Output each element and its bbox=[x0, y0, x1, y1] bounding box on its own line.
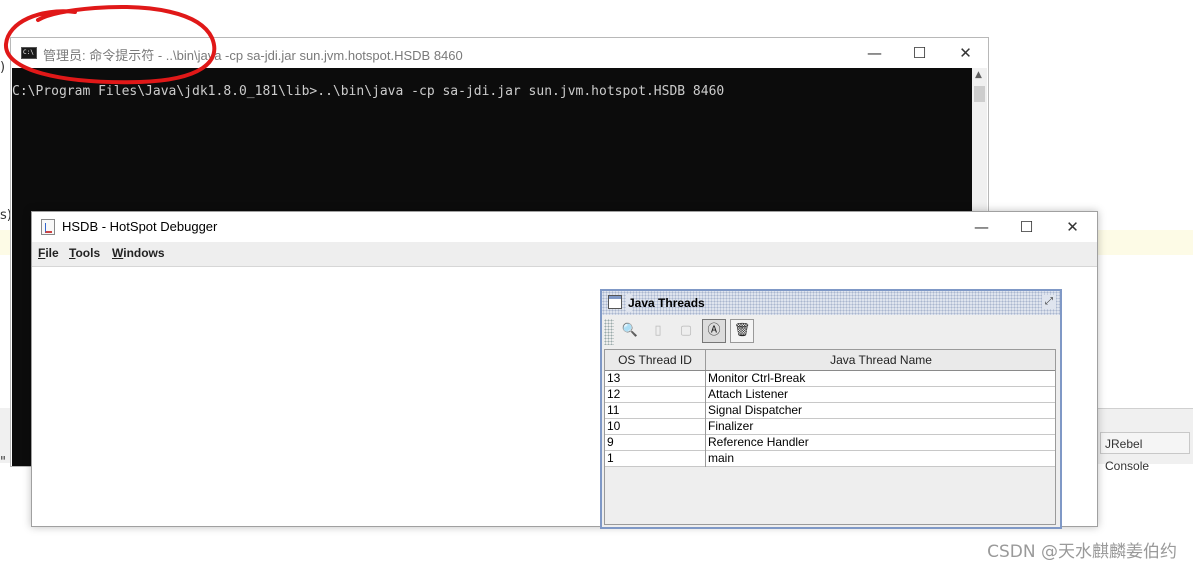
cell-thread-name: Signal Dispatcher bbox=[708, 403, 803, 417]
cmd-title-bar[interactable]: C:\ 管理员: 命令提示符 - ..\bin\java -cp sa-jdi.… bbox=[11, 38, 988, 68]
maximize-button[interactable]: ☐ bbox=[1004, 212, 1049, 242]
threads-table: OS Thread ID Java Thread Name 13 Monitor… bbox=[604, 349, 1056, 525]
java-icon bbox=[41, 219, 55, 235]
java-threads-title-bar[interactable]: Java Threads ⤢ bbox=[602, 291, 1060, 315]
maximize-button[interactable]: ☐ bbox=[897, 38, 942, 68]
menu-windows[interactable]: Windows bbox=[112, 246, 165, 260]
cell-thread-name: Finalizer bbox=[708, 419, 754, 433]
hsdb-desktop: Java Threads ⤢ 🔍 ▯ ▢ Ⓐ 🗑 OS Thread ID Ja… bbox=[32, 267, 1097, 529]
jrebel-console-tab[interactable]: JRebel Console bbox=[1100, 432, 1190, 473]
scroll-thumb[interactable] bbox=[974, 86, 985, 102]
column-header-os-thread-id[interactable]: OS Thread ID bbox=[605, 350, 706, 370]
minimize-button[interactable]: — bbox=[959, 212, 1004, 242]
stack-memory-button[interactable]: ▯ bbox=[646, 319, 670, 343]
cmd-icon: C:\ bbox=[21, 47, 37, 59]
menu-tools[interactable]: Tools bbox=[69, 246, 100, 260]
cell-thread-name: Monitor Ctrl-Break bbox=[708, 371, 806, 385]
cell-thread-id: 10 bbox=[605, 419, 706, 435]
editor-fragment-1: ) bbox=[0, 60, 6, 75]
cell-thread-id: 13 bbox=[605, 371, 706, 387]
close-button[interactable]: ✕ bbox=[1050, 212, 1095, 242]
java-threads-frame: Java Threads ⤢ 🔍 ▯ ▢ Ⓐ 🗑 OS Thread ID Ja… bbox=[600, 289, 1062, 529]
cell-thread-id: 1 bbox=[605, 451, 706, 467]
table-row[interactable]: 12 Attach Listener bbox=[605, 387, 1055, 403]
java-threads-toolbar: 🔍 ▯ ▢ Ⓐ 🗑 bbox=[604, 317, 1058, 347]
table-row[interactable]: 11 Signal Dispatcher bbox=[605, 403, 1055, 419]
cell-thread-name: Reference Handler bbox=[708, 435, 809, 449]
table-header: OS Thread ID Java Thread Name bbox=[605, 350, 1055, 371]
column-header-java-thread-name[interactable]: Java Thread Name bbox=[706, 350, 1056, 370]
inspect-thread-button[interactable]: 🔍 bbox=[618, 319, 642, 343]
close-button[interactable]: ✕ bbox=[943, 38, 988, 68]
toolbar-grip[interactable] bbox=[604, 319, 614, 345]
frame-icon bbox=[608, 295, 622, 309]
csdn-watermark: CSDN @天水麒麟姜伯约 bbox=[987, 542, 1177, 562]
trash-button[interactable]: 🗑 bbox=[730, 319, 754, 343]
scroll-up-arrow-icon[interactable]: ▲ bbox=[975, 70, 982, 80]
cell-thread-name: main bbox=[708, 451, 735, 465]
table-row[interactable]: 13 Monitor Ctrl-Break bbox=[605, 371, 1055, 387]
cell-thread-id: 11 bbox=[605, 403, 706, 419]
table-row[interactable]: 10 Finalizer bbox=[605, 419, 1055, 435]
editor-fragment-3: " bbox=[0, 455, 6, 470]
cell-thread-id: 12 bbox=[605, 387, 706, 403]
cmd-command-line: C:\Program Files\Java\jdk1.8.0_181\lib>.… bbox=[12, 84, 725, 99]
show-thread-info-button[interactable]: ▢ bbox=[674, 319, 698, 343]
maximize-frame-icon[interactable]: ⤢ bbox=[1042, 295, 1056, 309]
java-threads-title: Java Threads bbox=[628, 296, 705, 310]
table-row[interactable]: 9 Reference Handler bbox=[605, 435, 1055, 451]
hsdb-title-bar[interactable]: HSDB - HotSpot Debugger — ☐ ✕ bbox=[32, 212, 1097, 242]
cell-thread-name: Attach Listener bbox=[708, 387, 789, 401]
cmd-window-title: 管理员: 命令提示符 - ..\bin\java -cp sa-jdi.jar … bbox=[43, 48, 463, 63]
hsdb-window: HSDB - HotSpot Debugger — ☐ ✕ File Tools… bbox=[31, 211, 1098, 529]
minimize-button[interactable]: — bbox=[852, 38, 897, 68]
menu-bar: File Tools Windows bbox=[32, 242, 1097, 267]
editor-highlight-line bbox=[1097, 230, 1193, 255]
menu-file[interactable]: File bbox=[38, 246, 59, 260]
table-row[interactable]: 1 main bbox=[605, 451, 1055, 467]
cell-thread-id: 9 bbox=[605, 435, 706, 451]
find-crashes-button[interactable]: Ⓐ bbox=[702, 319, 726, 343]
hsdb-window-title: HSDB - HotSpot Debugger bbox=[62, 219, 218, 234]
